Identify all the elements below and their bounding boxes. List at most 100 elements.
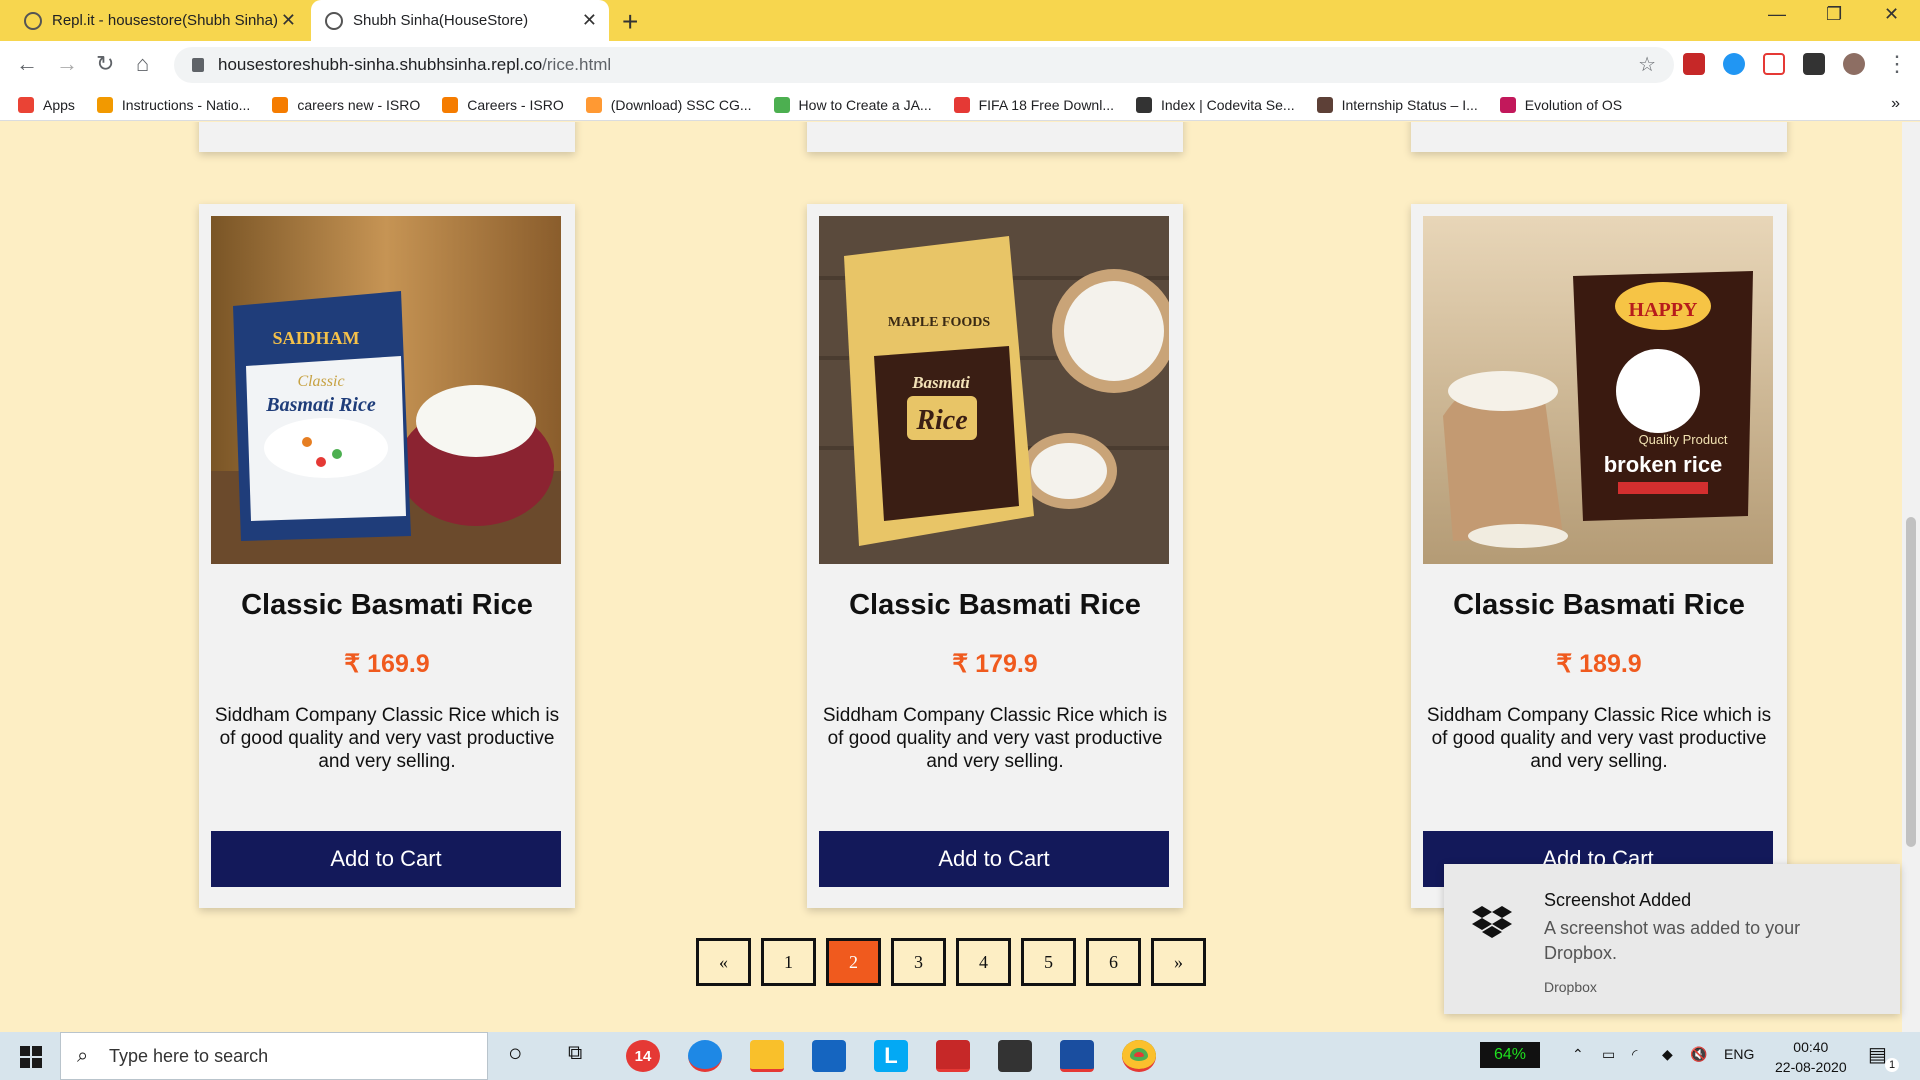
isro-icon xyxy=(442,96,459,113)
browser-toolbar: ← → ↻ ⌂ housestoreshubh-sinha.shubhsinha… xyxy=(0,41,1920,89)
bookmark-item[interactable]: Index | Codevita Se... xyxy=(1136,96,1295,113)
bookmark-star-icon[interactable]: ☆ xyxy=(1638,52,1656,77)
menu-icon[interactable]: ⋮ xyxy=(1886,51,1908,77)
bookmarks-overflow-button[interactable]: » xyxy=(1891,95,1900,113)
product-description: Siddham Company Classic Rice which is of… xyxy=(822,705,1168,772)
pagination-prev[interactable]: « xyxy=(696,938,751,986)
mcafee-icon[interactable] xyxy=(936,1040,970,1072)
bulb-icon xyxy=(96,96,113,113)
product-price: ₹ 169.9 xyxy=(344,650,430,678)
url-host: housestoreshubh-sinha.shubhsinha.repl.co xyxy=(218,55,543,74)
bookmark-item[interactable]: Internship Status – I... xyxy=(1316,96,1478,113)
extension-icon[interactable] xyxy=(1683,53,1705,75)
back-icon[interactable]: ← xyxy=(16,51,38,77)
close-window-button[interactable]: ✕ xyxy=(1884,4,1899,25)
bookmark-label: (Download) SSC CG... xyxy=(610,96,752,113)
brand-label: Basmati Rice xyxy=(265,394,376,416)
product-price: ₹ 179.9 xyxy=(952,650,1038,678)
word-icon[interactable] xyxy=(1060,1040,1094,1072)
brand-label: SAIDHAM xyxy=(272,328,359,348)
chrome-icon[interactable] xyxy=(1122,1040,1156,1072)
bookmark-item[interactable]: (Download) SSC CG... xyxy=(585,96,752,113)
lock-icon xyxy=(192,58,204,72)
bookmark-item[interactable]: careers new - ISRO xyxy=(272,96,420,113)
product-description: Siddham Company Classic Rice which is of… xyxy=(214,705,560,772)
gamepad-icon xyxy=(953,96,970,113)
address-bar[interactable]: housestoreshubh-sinha.shubhsinha.repl.co… xyxy=(174,47,1674,83)
product-card-partial xyxy=(199,122,575,152)
notification-count-badge: 1 xyxy=(1885,1058,1899,1072)
pagination-page-1[interactable]: 1 xyxy=(761,938,816,986)
globe-icon xyxy=(325,11,343,30)
bookmark-item[interactable]: Instructions - Natio... xyxy=(96,96,250,113)
network-icon[interactable]: ▭ xyxy=(1602,1046,1615,1063)
avatar[interactable] xyxy=(1843,53,1865,75)
bookmark-label: Evolution of OS xyxy=(1524,96,1623,113)
notification-source: Dropbox xyxy=(1544,979,1597,995)
restore-button[interactable]: ❐ xyxy=(1826,4,1842,25)
mail-badge-icon[interactable]: 14 xyxy=(626,1040,660,1072)
scrollbar-thumb[interactable] xyxy=(1906,517,1916,847)
battery-indicator[interactable]: 64% xyxy=(1480,1042,1540,1068)
dropbox-icon xyxy=(1472,906,1512,938)
windows-start-icon[interactable] xyxy=(20,1046,42,1068)
forward-icon[interactable]: → xyxy=(56,51,78,77)
tab-housestore[interactable]: Shubh Sinha(HouseStore) ✕ xyxy=(311,0,609,41)
home-icon[interactable]: ⌂ xyxy=(136,51,149,77)
dropbox-tray-icon[interactable]: ◆ xyxy=(1662,1046,1673,1063)
clock[interactable]: 00:40 22-08-2020 xyxy=(1775,1037,1847,1077)
puzzle-icon[interactable] xyxy=(1803,53,1825,75)
bookmark-item[interactable]: FIFA 18 Free Downl... xyxy=(953,96,1114,113)
task-view-icon[interactable]: ⧉ xyxy=(568,1042,582,1065)
minimize-button[interactable]: — xyxy=(1768,4,1786,25)
cortana-icon[interactable]: ○ xyxy=(508,1040,523,1068)
brand-label: Basmati xyxy=(911,373,970,392)
clock-date: 22-08-2020 xyxy=(1775,1059,1847,1075)
product-title: Classic Basmati Rice xyxy=(1453,589,1745,621)
pagination-page-5[interactable]: 5 xyxy=(1021,938,1076,986)
store-icon[interactable] xyxy=(998,1040,1032,1072)
pagination-page-2[interactable]: 2 xyxy=(826,938,881,986)
product-image-saidham: SAIDHAM Classic Basmati Rice xyxy=(211,216,561,564)
edge-icon[interactable] xyxy=(688,1040,722,1072)
close-tab-icon[interactable]: ✕ xyxy=(582,10,597,31)
bookmark-item[interactable]: How to Create a JA... xyxy=(773,96,932,113)
bookmark-label: Internship Status – I... xyxy=(1341,96,1478,113)
wifi-icon[interactable]: ◜ xyxy=(1632,1046,1637,1063)
bookmark-item[interactable]: Apps xyxy=(18,96,75,113)
product-title: Classic Basmati Rice xyxy=(241,589,533,621)
volume-muted-icon[interactable]: 🔇 xyxy=(1690,1046,1707,1063)
chevron-up-icon[interactable]: ⌃ xyxy=(1572,1046,1584,1063)
pagination-page-3[interactable]: 3 xyxy=(891,938,946,986)
l-app-icon[interactable]: L xyxy=(874,1040,908,1072)
windows-taskbar: ⌕ Type here to search ○ ⧉ 14 L 64% ⌃ ▭ ◜… xyxy=(0,1032,1920,1080)
pagination-next[interactable]: » xyxy=(1151,938,1206,986)
add-to-cart-button[interactable]: Add to Cart xyxy=(211,831,561,887)
bookmark-item[interactable]: Evolution of OS xyxy=(1499,96,1623,113)
bookmark-item[interactable]: Careers - ISRO xyxy=(442,96,564,113)
search-placeholder: Type here to search xyxy=(109,1045,269,1066)
square-icon xyxy=(1499,96,1516,113)
close-tab-icon[interactable]: ✕ xyxy=(281,10,296,31)
brand-label: broken rice xyxy=(1604,452,1723,477)
pagination-page-4[interactable]: 4 xyxy=(956,938,1011,986)
dropbox-notification[interactable]: Screenshot Added A screenshot was added … xyxy=(1444,864,1900,1014)
notification-body: A screenshot was added to your Dropbox. xyxy=(1544,918,1801,963)
bookmark-label: Apps xyxy=(43,96,75,113)
reload-icon[interactable]: ↻ xyxy=(96,51,114,77)
pagination-page-6[interactable]: 6 xyxy=(1086,938,1141,986)
pocket-icon[interactable] xyxy=(1763,53,1785,75)
language-indicator[interactable]: ENG xyxy=(1724,1046,1754,1062)
new-tab-button[interactable]: + xyxy=(622,6,638,38)
taskbar-search-input[interactable]: ⌕ Type here to search xyxy=(60,1032,488,1080)
brand-label: HAPPY xyxy=(1629,299,1698,321)
mail-icon[interactable] xyxy=(812,1040,846,1072)
tab-replit[interactable]: Repl.it - housestore(Shubh Sinha) ✕ xyxy=(10,0,308,41)
extension-icon[interactable] xyxy=(1723,53,1745,75)
file-explorer-icon[interactable] xyxy=(750,1040,784,1072)
bookmark-label: How to Create a JA... xyxy=(798,96,932,113)
clock-time: 00:40 xyxy=(1793,1039,1829,1055)
page-scrollbar[interactable] xyxy=(1902,122,1920,1032)
add-to-cart-button[interactable]: Add to Cart xyxy=(819,831,1169,887)
product-card-partial xyxy=(1411,122,1787,152)
